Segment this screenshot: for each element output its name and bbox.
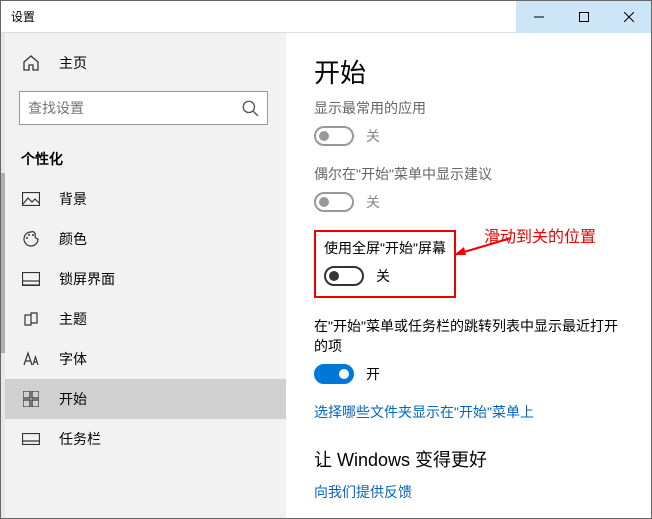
- taskbar-icon: [21, 429, 41, 449]
- colors-icon: [21, 229, 41, 249]
- close-button[interactable]: [606, 1, 651, 33]
- close-icon: [624, 12, 634, 22]
- sidebar-item-start[interactable]: 开始: [1, 379, 286, 419]
- toggle-row: 关: [314, 192, 623, 212]
- toggle-state: 开: [366, 364, 380, 384]
- background-icon: [21, 189, 41, 209]
- sidebar-item-label: 背景: [59, 189, 87, 209]
- sidebar-item-taskbar[interactable]: 任务栏: [1, 419, 286, 459]
- home-icon: [21, 53, 41, 73]
- sidebar-item-label: 任务栏: [59, 429, 101, 449]
- content-area: 开始 显示最常用的应用 关 偶尔在"开始"菜单中显示建议 关 使用全屏"开始"屏…: [286, 33, 651, 518]
- setting-label: 偶尔在"开始"菜单中显示建议: [314, 164, 623, 184]
- toggle-fullscreen-start[interactable]: [324, 266, 364, 286]
- setting-fullscreen-start: 使用全屏"开始"屏幕 关: [324, 238, 446, 286]
- toggle-state: 关: [366, 126, 380, 146]
- setting-label: 显示最常用的应用: [314, 98, 623, 118]
- settings-window: 设置 主页: [0, 0, 652, 519]
- toggle-row: 关: [324, 266, 446, 286]
- sidebar-item-fonts[interactable]: 字体: [1, 339, 286, 379]
- start-icon: [21, 389, 41, 409]
- sidebar-section-header: 个性化: [1, 143, 286, 179]
- titlebar: 设置: [1, 1, 651, 33]
- toggle-most-used[interactable]: [314, 126, 354, 146]
- toggle-jumplist[interactable]: [314, 364, 354, 384]
- sidebar-item-label: 颜色: [59, 229, 87, 249]
- maximize-icon: [579, 12, 589, 22]
- page-title: 开始: [314, 53, 623, 90]
- window-title: 设置: [1, 8, 516, 25]
- section-title: 让 Windows 变得更好: [314, 446, 623, 472]
- scrollbar-thumb[interactable]: [1, 173, 5, 353]
- link-folders[interactable]: 选择哪些文件夹显示在"开始"菜单上: [314, 402, 623, 422]
- sidebar-item-colors[interactable]: 颜色: [1, 219, 286, 259]
- window-controls: [516, 1, 651, 33]
- setting-label: 使用全屏"开始"屏幕: [324, 238, 446, 258]
- setting-label: 在"开始"菜单或任务栏的跳转列表中显示最近打开的项: [314, 316, 623, 356]
- toggle-state: 关: [366, 192, 380, 212]
- sidebar-item-lockscreen[interactable]: 锁屏界面: [1, 259, 286, 299]
- sidebar-item-background[interactable]: 背景: [1, 179, 286, 219]
- toggle-row: 关: [314, 126, 623, 146]
- toggle-row: 开: [314, 364, 623, 384]
- toggle-suggestions[interactable]: [314, 192, 354, 212]
- sidebar-item-label: 锁屏界面: [59, 269, 115, 289]
- minimize-button[interactable]: [516, 1, 561, 33]
- sidebar: 主页 个性化 背景 颜色: [1, 33, 286, 518]
- setting-suggestions: 偶尔在"开始"菜单中显示建议 关: [314, 164, 623, 212]
- themes-icon: [21, 309, 41, 329]
- sidebar-item-label: 字体: [59, 349, 87, 369]
- sidebar-item-home[interactable]: 主页: [1, 43, 286, 83]
- toggle-state: 关: [376, 266, 390, 286]
- main-area: 主页 个性化 背景 颜色: [1, 33, 651, 518]
- maximize-button[interactable]: [561, 1, 606, 33]
- search-icon: [241, 99, 259, 117]
- minimize-icon: [534, 12, 544, 22]
- fonts-icon: [21, 349, 41, 369]
- highlight-box: 使用全屏"开始"屏幕 关: [314, 230, 456, 298]
- lockscreen-icon: [21, 269, 41, 289]
- sidebar-item-label: 主页: [59, 53, 87, 73]
- search-box[interactable]: [19, 91, 268, 125]
- sidebar-item-label: 开始: [59, 389, 87, 409]
- sidebar-item-label: 主题: [59, 309, 87, 329]
- setting-most-used: 显示最常用的应用 关: [314, 98, 623, 146]
- annotation-text: 滑动到关的位置: [484, 223, 596, 247]
- sidebar-item-themes[interactable]: 主题: [1, 299, 286, 339]
- setting-jumplist: 在"开始"菜单或任务栏的跳转列表中显示最近打开的项 开: [314, 316, 623, 384]
- link-feedback[interactable]: 向我们提供反馈: [314, 482, 623, 502]
- search-input[interactable]: [28, 100, 241, 116]
